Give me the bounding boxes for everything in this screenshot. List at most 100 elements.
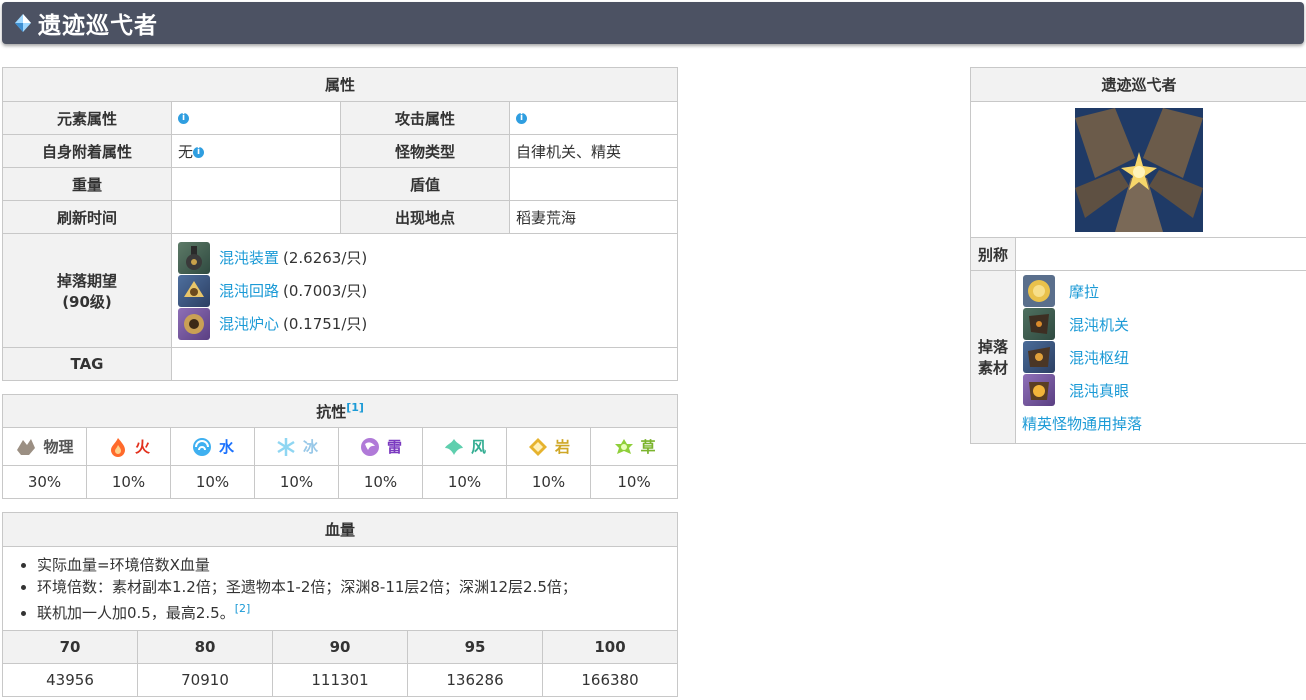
- self-attach-text: 无: [178, 142, 194, 161]
- info-icon[interactable]: i: [193, 146, 205, 158]
- materials-label: 掉落 素材: [970, 270, 1016, 444]
- resistance-name: 草: [640, 438, 656, 456]
- infobox-image-cell: [969, 101, 1306, 238]
- mora-icon[interactable]: [1023, 275, 1055, 307]
- hp-level: 90: [272, 630, 408, 664]
- hp-level: 95: [407, 630, 543, 664]
- chaos-oculus-icon[interactable]: [1023, 374, 1055, 406]
- hp-note-text: 联机加一人加0.5，最高2.5。: [37, 603, 235, 622]
- chaos-axis-icon[interactable]: [1023, 341, 1055, 373]
- resistance-value: 10%: [338, 465, 423, 499]
- monster-type-label: 怪物类型: [340, 134, 510, 168]
- elite-common-drops-link[interactable]: 精英怪物通用掉落: [1022, 413, 1142, 434]
- hp-level: 70: [2, 630, 138, 664]
- resistance-value: 10%: [86, 465, 171, 499]
- resistance-head-pyro: 火: [86, 427, 171, 466]
- material-item: 混沌机关: [1016, 308, 1306, 341]
- resistance-header: 抗性[1]: [1, 394, 679, 428]
- location-value: 稻妻荒海: [508, 200, 679, 234]
- attack-label: 攻击属性: [340, 101, 510, 135]
- drops-value: 混沌装置 (2.6263/只) 混沌回路 (0.7003/只) 混沌炉心 (0.…: [170, 233, 679, 348]
- physical-icon: [15, 436, 37, 458]
- material-link-chaos-axis[interactable]: 混沌枢纽: [1069, 347, 1129, 368]
- shield-value: [508, 167, 679, 201]
- drops-level-text: (90级): [62, 292, 112, 311]
- drop-item: 混沌装置 (2.6263/只): [178, 241, 671, 274]
- resistance-head-geo: 岩: [506, 427, 591, 466]
- element-value: i: [171, 101, 341, 135]
- self-attach-label: 自身附着属性: [2, 134, 172, 168]
- resistance-head-wrap: 岩: [513, 436, 584, 458]
- location-label: 出现地点: [340, 200, 510, 234]
- attributes-header: 属性: [1, 67, 679, 102]
- hp-footnote[interactable]: [2]: [235, 602, 251, 615]
- tag-label: TAG: [2, 347, 172, 381]
- hp-note: 联机加一人加0.5，最高2.5。[2]: [37, 598, 677, 624]
- hp-value: 111301: [272, 663, 408, 697]
- tag-value: [170, 347, 679, 381]
- hp-level: 80: [137, 630, 273, 664]
- self-attach-value: 无i: [171, 134, 341, 168]
- hp-table: 血量 实际血量=环境倍数X血量 环境倍数：素材副本1.2倍；圣遗物本1-2倍；深…: [1, 512, 679, 697]
- anemo-icon: [443, 436, 465, 458]
- chaos-device-icon[interactable]: [178, 241, 210, 274]
- page-title: 遗迹巡弋者: [38, 13, 158, 39]
- drop-link-chaos-device[interactable]: 混沌装置: [219, 247, 279, 268]
- monster-type-value: 自律机关、精英: [508, 134, 679, 168]
- weight-value: [171, 167, 341, 201]
- resistance-head-physical: 物理: [2, 427, 87, 466]
- resistance-footnote[interactable]: [1]: [346, 401, 364, 414]
- resistance-value: 30%: [2, 465, 87, 499]
- materials-value: 摩拉 混沌机关 混沌枢纽 混沌真眼 精英怪物通用掉落: [1014, 270, 1306, 444]
- material-link-chaos-oculus[interactable]: 混沌真眼: [1069, 380, 1129, 401]
- resistance-name: 冰: [302, 438, 318, 456]
- drop-link-chaos-circuit[interactable]: 混沌回路: [219, 280, 279, 301]
- hp-notes: 实际血量=环境倍数X血量 环境倍数：素材副本1.2倍；圣遗物本1-2倍；深渊8-…: [1, 546, 679, 631]
- hydro-icon: [191, 436, 213, 458]
- resistance-head-wrap: 雷: [345, 436, 416, 458]
- materials-link-row: 精英怪物通用掉落: [1016, 407, 1306, 440]
- resistance-head-wrap: 物理: [9, 436, 80, 458]
- resistance-head-wrap: 冰: [261, 436, 332, 458]
- resistance-value: 10%: [254, 465, 339, 499]
- attributes-table: 属性 元素属性 i 攻击属性 i 自身附着属性 无i 怪物类型 自律机关、精英 …: [1, 67, 679, 381]
- drop-rate: (0.7003/只): [283, 282, 368, 300]
- page-title-bar: 遗迹巡弋者: [2, 2, 1304, 44]
- infobox-title: 遗迹巡弋者: [969, 67, 1306, 102]
- resistance-value: 10%: [170, 465, 255, 499]
- resistance-head-wrap: 火: [93, 436, 164, 458]
- resistance-table: 抗性[1] 物理火水冰雷风岩草 30% 10% 10% 10% 10% 10% 10% 10%: [1, 394, 679, 499]
- chaos-circuit-icon[interactable]: [178, 274, 210, 307]
- shield-label: 盾值: [340, 167, 510, 201]
- alias-label: 别称: [970, 237, 1016, 271]
- drop-item: 混沌炉心 (0.1751/只): [178, 307, 671, 340]
- pyro-icon: [107, 436, 129, 458]
- resistance-value: 10%: [506, 465, 591, 499]
- chaos-gear-icon[interactable]: [1023, 308, 1055, 340]
- element-label: 元素属性: [2, 101, 172, 135]
- material-link-chaos-gear[interactable]: 混沌机关: [1069, 314, 1129, 335]
- resistance-name: 雷: [386, 438, 402, 456]
- hp-header: 血量: [1, 512, 679, 547]
- dendro-icon: [613, 436, 635, 458]
- drop-link-chaos-core[interactable]: 混沌炉心: [219, 313, 279, 334]
- hp-value: 136286: [407, 663, 543, 697]
- drop-item: 混沌回路 (0.7003/只): [178, 274, 671, 307]
- drops-label-text: 掉落期望: [56, 271, 117, 290]
- alias-value: [1014, 237, 1306, 271]
- resistance-value: 10%: [589, 465, 679, 499]
- weight-label: 重量: [2, 167, 172, 201]
- material-link-mora[interactable]: 摩拉: [1069, 281, 1099, 302]
- hp-value: 166380: [541, 663, 679, 697]
- material-item: 摩拉: [1016, 275, 1306, 308]
- resistance-head-wrap: 草: [597, 436, 671, 458]
- chaos-core-icon[interactable]: [178, 307, 210, 340]
- resistance-head-anemo: 风: [422, 427, 507, 466]
- materials-label-line1: 掉落: [977, 338, 1008, 356]
- refresh-label: 刷新时间: [2, 200, 172, 234]
- hp-value: 70910: [137, 663, 273, 697]
- info-icon[interactable]: i: [178, 113, 189, 124]
- info-icon[interactable]: i: [516, 113, 527, 124]
- hp-level: 100: [541, 630, 679, 664]
- monster-portrait[interactable]: [1075, 107, 1203, 232]
